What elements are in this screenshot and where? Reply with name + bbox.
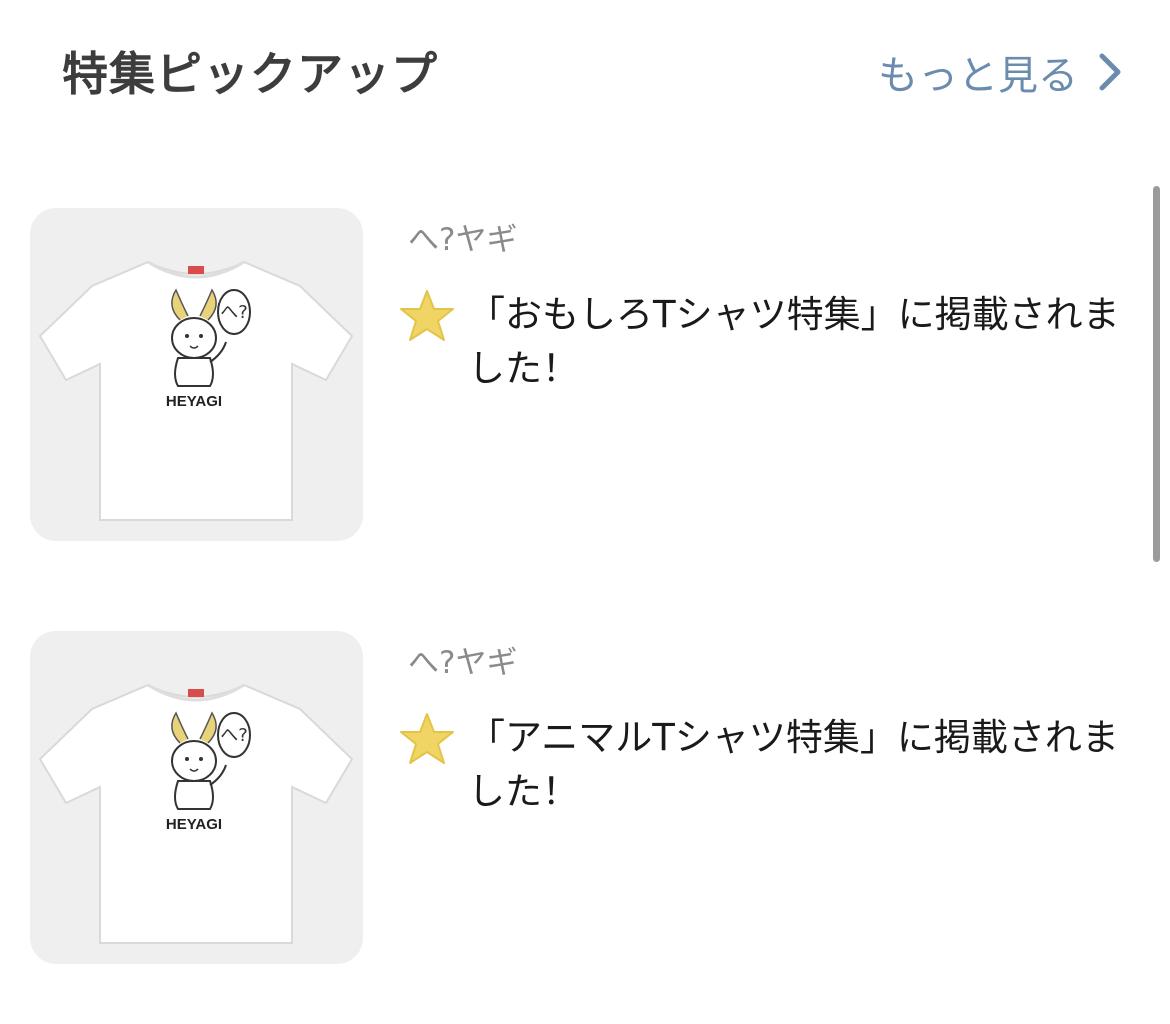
- product-thumbnail[interactable]: へ? HEYAGI: [30, 631, 363, 964]
- star-icon: [400, 290, 454, 341]
- print-text: HEYAGI: [166, 393, 222, 410]
- tshirt-image: へ? HEYAGI: [38, 260, 354, 521]
- feature-card[interactable]: へ? HEYAGI へ?ヤギ 「アニマルTシャツ特集」に掲載されました！: [0, 631, 1150, 971]
- speech-bubble-text: へ?: [220, 725, 248, 746]
- product-thumbnail[interactable]: へ? HEYAGI: [30, 208, 363, 541]
- speech-bubble-text: へ?: [220, 302, 248, 323]
- feature-list: へ? HEYAGI へ?ヤギ 「おもしろTシャツ特集」に掲載されました！ へ? …: [0, 0, 1170, 1024]
- print-text: HEYAGI: [166, 816, 222, 833]
- feature-card[interactable]: へ? HEYAGI へ?ヤギ 「おもしろTシャツ特集」に掲載されました！: [0, 208, 1150, 548]
- tshirt-image: へ? HEYAGI: [38, 683, 354, 944]
- shop-name[interactable]: へ?ヤギ: [408, 637, 517, 682]
- feature-description: 「アニマルTシャツ特集」に掲載されました！: [468, 716, 1119, 813]
- star-icon: [400, 713, 454, 764]
- tag-icon: [188, 689, 204, 697]
- shop-name[interactable]: へ?ヤギ: [408, 214, 517, 259]
- tag-icon: [188, 266, 204, 274]
- feature-description: 「おもしろTシャツ特集」に掲載されました！: [468, 293, 1120, 390]
- scrollbar[interactable]: [1153, 186, 1160, 562]
